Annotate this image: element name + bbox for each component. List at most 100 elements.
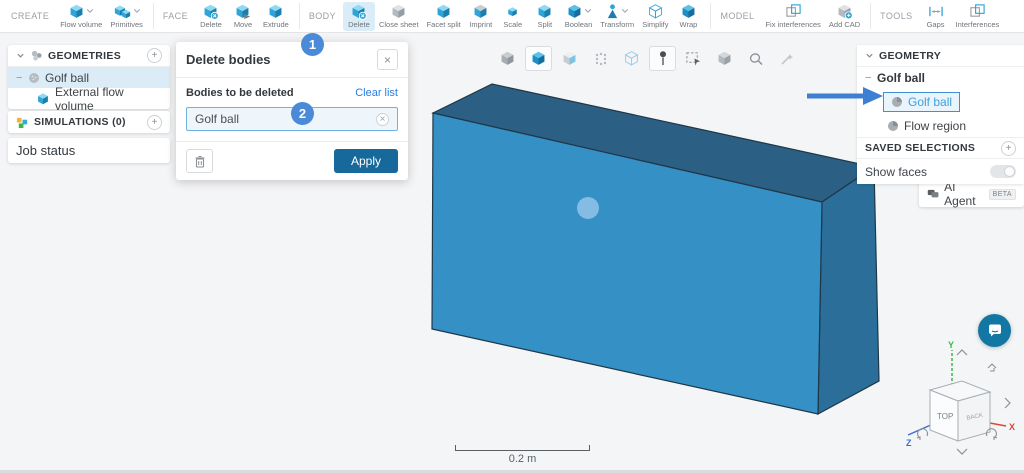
geometry-tree-panel: GEOMETRY − Golf ball Golf ball Flow regi… (857, 45, 1024, 184)
toolbar-button-face-move[interactable]: Move (227, 2, 259, 31)
toolbar-button-body-imprint[interactable]: Imprint (465, 2, 497, 31)
select-vertex-icon[interactable] (587, 46, 614, 71)
job-status-panel: Job status (8, 138, 170, 163)
rotate-ccw-icon[interactable] (917, 429, 928, 440)
add-simulation-button[interactable]: + (147, 115, 162, 130)
toolbar-button-body-simplify[interactable]: Simplify (638, 2, 672, 31)
hide-body-icon[interactable] (711, 46, 738, 71)
toolbar-button-tools-interferences[interactable]: Interferences (952, 2, 1004, 31)
chevron-down-icon[interactable] (621, 8, 629, 14)
toolbar-button-body-close-sheet[interactable]: Close sheet (375, 2, 423, 31)
chat-bubble-icon (987, 323, 1003, 338)
collapse-toggle[interactable]: − (16, 72, 28, 84)
show-faces-toggle[interactable] (990, 165, 1016, 178)
chevron-down-icon[interactable] (133, 8, 141, 14)
interferences-icon (969, 4, 986, 19)
toolbar-button-create-flow-volume[interactable]: Flow volume (56, 2, 106, 31)
cube-face-label-top: TOP (937, 412, 953, 421)
toolbar-button-label: Imprint (469, 20, 492, 29)
rotate-cw-icon[interactable] (986, 429, 997, 440)
toolbar-button-body-delete[interactable]: Delete (343, 2, 375, 31)
close-icon[interactable]: × (377, 49, 398, 70)
scale-icon (504, 4, 521, 19)
tree-item-flow-region[interactable]: Flow region (857, 115, 1024, 137)
clear-list-link[interactable]: Clear list (355, 87, 398, 99)
top-toolbar: CREATEFlow volumePrimitivesFACEDeleteMov… (0, 0, 1024, 33)
toolbar-button-label: Flow volume (60, 20, 102, 29)
chip-remove-icon[interactable]: × (376, 113, 389, 126)
geometry-header[interactable]: GEOMETRY (857, 45, 1024, 67)
rotate-up-arrow[interactable] (957, 350, 967, 355)
delete-icon (202, 4, 219, 19)
toolbar-button-face-delete[interactable]: Delete (195, 2, 227, 31)
toolbar-button-label: Close sheet (379, 20, 419, 29)
tree-item-external-flow-volume[interactable]: External flow volume (8, 88, 170, 109)
toolbar-button-face-extrude[interactable]: Extrude (259, 2, 293, 31)
ai-agent-button[interactable]: AI Agent BETA (919, 181, 1024, 207)
toolbar-group-label: FACE (163, 11, 188, 21)
rotate-down-arrow[interactable] (957, 449, 967, 454)
show-faces-label: Show faces (865, 165, 927, 179)
simulations-header[interactable]: SIMULATIONS (0) + (8, 111, 170, 133)
dialog-title: Delete bodies (186, 52, 271, 67)
tree-item-golf-ball-selected[interactable]: Golf ball (883, 92, 960, 112)
mesh-ball-icon (887, 120, 899, 132)
collapse-toggle[interactable]: − (865, 72, 877, 84)
toolbar-button-label: Fix interferences (765, 20, 820, 29)
geometry-title: GEOMETRY (879, 50, 941, 62)
golf-ball-icon (28, 72, 40, 84)
pin-icon[interactable] (649, 46, 676, 71)
home-icon[interactable] (988, 364, 996, 371)
add-saved-selection-button[interactable]: + (1001, 141, 1016, 156)
toolbar-button-body-wrap[interactable]: Wrap (672, 2, 704, 31)
toolbar-button-body-scale[interactable]: Scale (497, 2, 529, 31)
job-status-header[interactable]: Job status (8, 138, 170, 163)
saved-selections-header[interactable]: SAVED SELECTIONS + (857, 137, 1024, 159)
delete-all-button[interactable] (186, 149, 213, 173)
toolbar-button-label: Split (537, 20, 552, 29)
dialog-footer: Apply (176, 141, 408, 180)
select-body-icon[interactable] (525, 46, 552, 71)
ai-agent-label: AI Agent (944, 180, 983, 208)
toolbar-button-body-split[interactable]: Split (529, 2, 561, 31)
box-select-icon[interactable] (680, 46, 707, 71)
toolbar-button-model-fix-interferences[interactable]: Fix interferences (761, 2, 824, 31)
chevron-down-icon[interactable] (584, 8, 592, 14)
wrap-icon (680, 4, 697, 19)
transform-icon (605, 4, 629, 19)
geometries-header[interactable]: GEOMETRIES + (8, 45, 170, 67)
dialog-header: Delete bodies × (176, 42, 408, 78)
annotation-step-1: 1 (301, 33, 324, 56)
toolbar-divider (710, 3, 711, 29)
toolbar-button-label: Gaps (927, 20, 945, 29)
show-faces-row: Show faces (857, 159, 1024, 184)
magic-wand-icon[interactable] (773, 46, 800, 71)
select-face-icon[interactable] (556, 46, 583, 71)
chevron-down-icon[interactable] (86, 8, 94, 14)
apply-button[interactable]: Apply (334, 149, 398, 173)
toolbar-button-label: Delete (348, 20, 370, 29)
add-geometry-button[interactable]: + (147, 48, 162, 63)
facet-split-icon (435, 4, 452, 19)
box-right-face[interactable] (818, 167, 879, 414)
support-chat-button[interactable] (978, 314, 1011, 347)
simplify-icon (647, 4, 664, 19)
toolbar-button-label: Interferences (956, 20, 1000, 29)
toolbar-button-tools-gaps[interactable]: Gaps (920, 2, 952, 31)
solid-cube-icon[interactable] (494, 46, 521, 71)
rotate-right-arrow[interactable] (1005, 398, 1010, 408)
probe-icon[interactable] (742, 46, 769, 71)
toolbar-button-model-add-cad[interactable]: Add CAD (825, 2, 864, 31)
orientation-cube[interactable]: TOP BACK Y X Z (905, 338, 1023, 468)
chat-bubbles-icon (927, 188, 939, 200)
toolbar-button-create-primitives[interactable]: Primitives (106, 2, 147, 31)
toolbar-button-body-boolean[interactable]: Boolean (561, 2, 597, 31)
toolbar-button-body-transform[interactable]: Transform (596, 2, 638, 31)
toolbar-button-label: Wrap (680, 20, 698, 29)
toolbar-button-body-facet-split[interactable]: Facet split (423, 2, 465, 31)
wireframe-icon[interactable] (618, 46, 645, 71)
chevron-down-icon (865, 51, 874, 60)
fix-interferences-icon (785, 4, 802, 19)
toolbar-button-label: Facet split (427, 20, 461, 29)
simulations-icon (16, 116, 29, 129)
